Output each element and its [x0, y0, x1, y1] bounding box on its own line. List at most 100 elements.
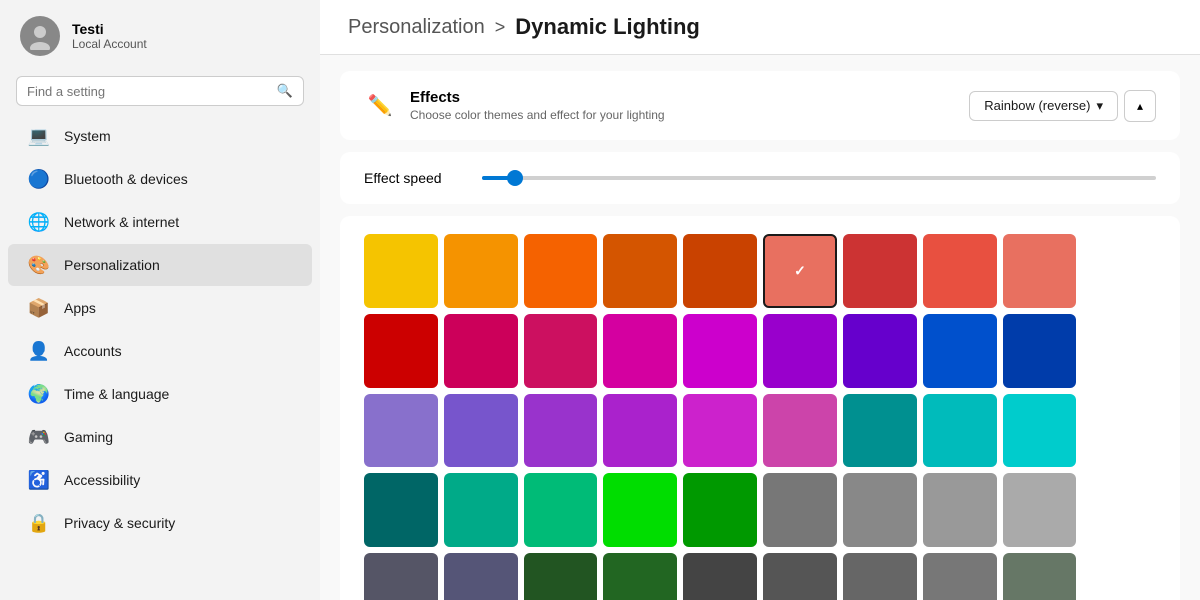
search-box[interactable]: 🔍 [16, 76, 304, 106]
nav-list: 💻 System 🔵 Bluetooth & devices 🌐 Network… [0, 114, 320, 545]
color-swatch[interactable] [364, 394, 438, 468]
main-content: Personalization > Dynamic Lighting ✏️ Ef… [320, 0, 1200, 600]
speed-label: Effect speed [364, 170, 442, 186]
color-swatch[interactable] [524, 314, 598, 388]
color-swatch[interactable] [763, 394, 837, 468]
breadcrumb: Personalization > Dynamic Lighting [320, 0, 1200, 55]
color-swatch[interactable] [603, 553, 677, 600]
color-swatch[interactable] [683, 553, 757, 600]
color-swatch[interactable] [1003, 234, 1077, 308]
nav-label-personalization: Personalization [64, 257, 160, 273]
nav-icon-privacy: 🔒 [28, 512, 50, 534]
nav-item-network[interactable]: 🌐 Network & internet [8, 201, 312, 243]
color-swatch[interactable] [1003, 473, 1077, 547]
chevron-up-icon: ▴ [1137, 99, 1143, 113]
nav-item-accessibility[interactable]: ♿ Accessibility [8, 459, 312, 501]
color-swatch[interactable] [364, 234, 438, 308]
color-swatch[interactable] [923, 234, 997, 308]
color-swatch[interactable] [1003, 314, 1077, 388]
color-swatch[interactable] [444, 314, 518, 388]
color-swatch[interactable] [923, 314, 997, 388]
search-icon: 🔍 [277, 83, 293, 99]
nav-icon-network: 🌐 [28, 211, 50, 233]
color-swatch[interactable] [763, 553, 837, 600]
speed-slider[interactable] [482, 176, 1156, 180]
color-swatch[interactable] [843, 473, 917, 547]
color-swatch[interactable] [763, 234, 837, 308]
color-swatch[interactable] [524, 394, 598, 468]
color-swatch[interactable] [683, 394, 757, 468]
color-swatch[interactable] [603, 234, 677, 308]
color-grid [364, 234, 1156, 600]
effects-title: Effects [410, 89, 665, 106]
user-info: Testi Local Account [72, 21, 147, 51]
effects-icon: ✏️ [364, 90, 396, 122]
nav-label-apps: Apps [64, 300, 96, 316]
nav-item-time[interactable]: 🌍 Time & language [8, 373, 312, 415]
content-area: ✏️ Effects Choose color themes and effec… [320, 55, 1200, 600]
color-swatch[interactable] [843, 234, 917, 308]
color-swatch[interactable] [683, 234, 757, 308]
nav-label-system: System [64, 128, 111, 144]
nav-icon-time: 🌍 [28, 383, 50, 405]
color-swatch[interactable] [923, 394, 997, 468]
nav-icon-personalization: 🎨 [28, 254, 50, 276]
color-swatch[interactable] [444, 473, 518, 547]
color-swatch[interactable] [603, 394, 677, 468]
chevron-down-icon: ▾ [1096, 98, 1103, 114]
color-swatch[interactable] [444, 394, 518, 468]
nav-item-bluetooth[interactable]: 🔵 Bluetooth & devices [8, 158, 312, 200]
nav-icon-system: 💻 [28, 125, 50, 147]
color-swatch[interactable] [1003, 394, 1077, 468]
color-swatch[interactable] [763, 314, 837, 388]
color-swatch[interactable] [364, 473, 438, 547]
nav-icon-accounts: 👤 [28, 340, 50, 362]
color-swatch[interactable] [603, 473, 677, 547]
color-swatch[interactable] [1003, 553, 1077, 600]
color-grid-card [340, 216, 1180, 600]
color-swatch[interactable] [444, 234, 518, 308]
effects-card: ✏️ Effects Choose color themes and effec… [340, 71, 1180, 140]
effects-right: Rainbow (reverse) ▾ ▴ [969, 90, 1156, 122]
nav-label-gaming: Gaming [64, 429, 113, 445]
nav-item-privacy[interactable]: 🔒 Privacy & security [8, 502, 312, 544]
effects-subtitle: Choose color themes and effect for your … [410, 108, 665, 122]
speed-card: Effect speed [340, 152, 1180, 204]
effects-left: ✏️ Effects Choose color themes and effec… [364, 89, 665, 122]
color-swatch[interactable] [763, 473, 837, 547]
user-subtitle: Local Account [72, 37, 147, 51]
nav-icon-gaming: 🎮 [28, 426, 50, 448]
avatar [20, 16, 60, 56]
collapse-button[interactable]: ▴ [1124, 90, 1156, 122]
color-swatch[interactable] [683, 473, 757, 547]
slider-thumb[interactable] [507, 170, 523, 186]
color-swatch[interactable] [524, 553, 598, 600]
nav-label-accessibility: Accessibility [64, 472, 140, 488]
color-swatch[interactable] [364, 314, 438, 388]
breadcrumb-arrow: > [495, 17, 506, 38]
color-swatch[interactable] [923, 553, 997, 600]
nav-item-accounts[interactable]: 👤 Accounts [8, 330, 312, 372]
nav-item-gaming[interactable]: 🎮 Gaming [8, 416, 312, 458]
nav-item-apps[interactable]: 📦 Apps [8, 287, 312, 329]
color-swatch[interactable] [683, 314, 757, 388]
nav-item-personalization[interactable]: 🎨 Personalization [8, 244, 312, 286]
color-swatch[interactable] [364, 553, 438, 600]
color-swatch[interactable] [923, 473, 997, 547]
color-swatch[interactable] [524, 234, 598, 308]
nav-icon-bluetooth: 🔵 [28, 168, 50, 190]
color-swatch[interactable] [843, 553, 917, 600]
color-swatch[interactable] [444, 553, 518, 600]
sidebar: Testi Local Account 🔍 💻 System 🔵 Bluetoo… [0, 0, 320, 600]
nav-item-system[interactable]: 💻 System [8, 115, 312, 157]
color-swatch[interactable] [524, 473, 598, 547]
color-swatch[interactable] [843, 314, 917, 388]
nav-label-privacy: Privacy & security [64, 515, 175, 531]
nav-label-bluetooth: Bluetooth & devices [64, 171, 188, 187]
nav-label-time: Time & language [64, 386, 169, 402]
color-swatch[interactable] [603, 314, 677, 388]
color-swatch[interactable] [843, 394, 917, 468]
effects-dropdown[interactable]: Rainbow (reverse) ▾ [969, 91, 1118, 121]
breadcrumb-parent: Personalization [348, 16, 485, 39]
search-input[interactable] [27, 84, 269, 99]
